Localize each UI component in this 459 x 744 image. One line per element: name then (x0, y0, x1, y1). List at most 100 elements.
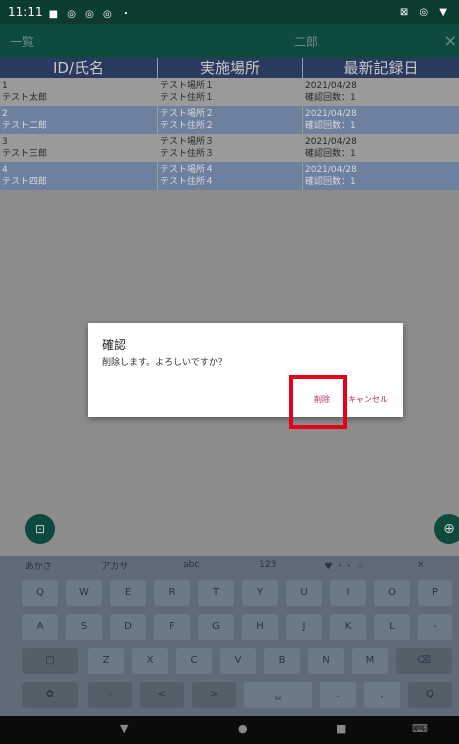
row-date: 2021/04/28 (305, 165, 357, 175)
recent-apps-icon[interactable]: ■ (336, 722, 346, 735)
mode-symbol[interactable]: ♥ ・・ ☆ (306, 559, 383, 572)
export-icon[interactable]: ⊡ (25, 514, 55, 544)
row-place: テスト場所３ (160, 137, 215, 147)
cursor-left-key[interactable]: < (140, 682, 184, 708)
key-e[interactable]: E (110, 580, 146, 606)
dialog-message: 削除します。よろしいですか？ (102, 358, 227, 368)
key-b[interactable]: B (264, 648, 300, 674)
key-n[interactable]: N (308, 648, 344, 674)
key-g[interactable]: G (198, 614, 234, 640)
key-c[interactable]: C (176, 648, 212, 674)
system-nav-bar: ▼ ● ■ ⌨ (0, 716, 459, 744)
back-icon[interactable]: ▼ (120, 722, 128, 735)
delete-highlight-box (289, 375, 347, 429)
selected-name: 二郎 (294, 35, 319, 49)
key-z[interactable]: Z (88, 648, 124, 674)
row-name: テスト三郎 (2, 149, 48, 159)
key-row-4: ✿ ⁘ < > ␣ . , Q (0, 682, 459, 712)
status-bar: 11:11 ■ ◎ ◎ ◎ ・ ⊠ ◎ ▼ (0, 0, 459, 24)
table-header: ID/氏名 実施場所 最新記録日 (0, 58, 459, 78)
key-d[interactable]: D (110, 614, 146, 640)
row-count: 確認回数：1 (305, 149, 356, 159)
backspace-icon[interactable]: ⌫ (396, 648, 452, 674)
row-place: テスト場所４ (160, 165, 215, 175)
dialog-title: 確認 (102, 338, 127, 352)
key-k[interactable]: K (330, 614, 366, 640)
confirm-dialog: 確認 削除します。よろしいですか？ 削除 キャンセル (88, 323, 403, 417)
row-id: 3 (2, 137, 8, 147)
key-r[interactable]: R (154, 580, 190, 606)
space-key[interactable]: ␣ (244, 682, 312, 708)
shift-key[interactable]: □ (22, 648, 78, 674)
row-count: 確認回数：1 (305, 177, 356, 187)
key-comma[interactable]: , (364, 682, 400, 708)
system-icons: ⊠ ◎ ▼ (399, 6, 451, 18)
key-a[interactable]: A (22, 614, 58, 640)
mode-number[interactable]: 123 (230, 560, 307, 570)
list-tab[interactable]: 一覧 (10, 33, 34, 50)
table-row[interactable]: 4 テスト四郎 テスト場所４ テスト住所４ 2021/04/28 確認回数：1 (0, 162, 459, 190)
key-p[interactable]: P (418, 580, 452, 606)
key-j[interactable]: J (286, 614, 322, 640)
key-row-1: Q W E R T Y U I O P (0, 580, 459, 610)
notification-icons: ■ ◎ ◎ ◎ ・ (48, 8, 134, 20)
table-row[interactable]: 2 テスト二郎 テスト場所２ テスト住所２ 2021/04/28 確認回数：1 (0, 106, 459, 134)
key-w[interactable]: W (66, 580, 102, 606)
key-row-2: A S D F G H J K L - (0, 614, 459, 644)
cursor-move-icon[interactable]: ⁘ (88, 682, 132, 708)
key-x[interactable]: X (132, 648, 168, 674)
table-row[interactable]: 1 テスト太郎 テスト場所１ テスト住所１ 2021/04/28 確認回数：1 (0, 78, 459, 106)
app-bar: 一覧 二郎 × (0, 24, 459, 58)
record-table: ID/氏名 実施場所 最新記録日 1 テスト太郎 テスト場所１ テスト住所１ 202… (0, 58, 459, 190)
header-latest-date: 最新記録日 (343, 59, 419, 77)
key-l[interactable]: L (374, 614, 410, 640)
row-name: テスト四郎 (2, 177, 48, 187)
key-row-3: □ Z X C V B N M ⌫ (0, 648, 459, 678)
key-y[interactable]: Y (242, 580, 278, 606)
key-q[interactable]: Q (22, 580, 58, 606)
keyboard-switch-icon[interactable]: ⌨ (412, 722, 428, 735)
row-place: テスト場所１ (160, 81, 215, 91)
key-t[interactable]: T (198, 580, 234, 606)
settings-icon[interactable]: ✿ (22, 682, 78, 708)
row-place: テスト場所２ (160, 109, 215, 119)
row-id: 1 (2, 81, 8, 91)
search-icon[interactable]: Q (408, 682, 452, 708)
key-m[interactable]: M (352, 648, 388, 674)
row-date: 2021/04/28 (305, 81, 357, 91)
row-date: 2021/04/28 (305, 109, 357, 119)
home-icon[interactable]: ● (238, 722, 248, 735)
row-address: テスト住所１ (160, 93, 215, 103)
key-u[interactable]: U (286, 580, 322, 606)
mode-alphabet[interactable]: abc (153, 560, 230, 570)
header-place: 実施場所 (158, 58, 303, 78)
mode-katakana[interactable]: アカサ (77, 559, 154, 572)
row-id: 4 (2, 165, 8, 175)
soft-keyboard: あかさ アカサ abc 123 ♥ ・・ ☆ × Q W E R T Y U I… (0, 556, 459, 716)
keyboard-mode-bar: あかさ アカサ abc 123 ♥ ・・ ☆ × (0, 556, 459, 574)
header-id-name: ID/氏名 (0, 58, 158, 78)
keyboard-close-icon[interactable]: × (383, 560, 459, 570)
row-date: 2021/04/28 (305, 137, 357, 147)
key-f[interactable]: F (154, 614, 190, 640)
key-v[interactable]: V (220, 648, 256, 674)
status-time: 11:11 (8, 5, 43, 19)
key-o[interactable]: O (374, 580, 410, 606)
cancel-button[interactable]: キャンセル (348, 394, 388, 405)
key-i[interactable]: I (330, 580, 366, 606)
key-h[interactable]: H (242, 614, 278, 640)
key-period[interactable]: . (320, 682, 356, 708)
row-address: テスト住所３ (160, 149, 215, 159)
row-name: テスト二郎 (2, 121, 48, 131)
cursor-right-key[interactable]: > (192, 682, 236, 708)
row-address: テスト住所４ (160, 177, 215, 187)
row-name: テスト太郎 (2, 93, 48, 103)
key-s[interactable]: S (66, 614, 102, 640)
key-hyphen[interactable]: - (418, 614, 452, 640)
row-count: 確認回数：1 (305, 93, 356, 103)
add-icon[interactable]: ⊕ (434, 514, 459, 544)
row-count: 確認回数：1 (305, 121, 356, 131)
close-icon[interactable]: × (444, 31, 457, 50)
mode-hiragana[interactable]: あかさ (0, 559, 77, 572)
table-row[interactable]: 3 テスト三郎 テスト場所３ テスト住所３ 2021/04/28 確認回数：1 (0, 134, 459, 162)
